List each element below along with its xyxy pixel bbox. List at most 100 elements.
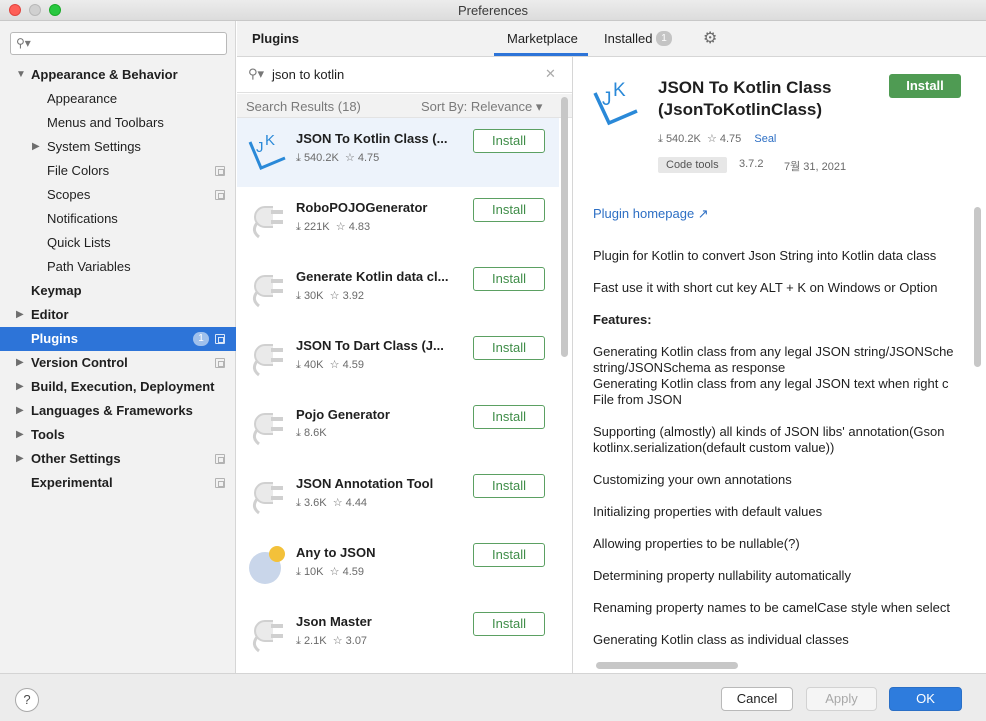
description-line: Determining property nullability automat…: [593, 568, 851, 583]
copy-icon: [215, 454, 225, 464]
sidebar-item-label: Other Settings: [31, 451, 121, 466]
plugin-row[interactable]: Json Master ⤓ 2.1K ☆ 3.07 Install: [237, 601, 559, 670]
plugin-row[interactable]: Pojo Generator ⤓ 8.6K Install: [237, 394, 559, 463]
any-to-json-icon: [249, 546, 285, 584]
plugin-version: 3.7.2: [739, 158, 764, 170]
sidebar-item-build-execution[interactable]: ▶ Build, Execution, Deployment: [0, 375, 236, 399]
tab-marketplace[interactable]: Marketplace: [507, 31, 578, 46]
plugin-row[interactable]: JSON To Dart Class (J... ⤓ 40K ☆ 4.59 In…: [237, 325, 559, 394]
sidebar-item-label: Path Variables: [47, 259, 131, 274]
install-button[interactable]: Install: [473, 405, 545, 429]
plugin-list-scrollbar[interactable]: [561, 97, 568, 357]
svg-text:J: J: [602, 89, 612, 110]
chevron-right-icon[interactable]: ▶: [16, 447, 24, 471]
plugin-row[interactable]: Generate Kotlin data cl... ⤓ 30K ☆ 3.92 …: [237, 256, 559, 325]
sidebar-item-file-colors[interactable]: File Colors: [0, 159, 236, 183]
sidebar-item-version-control[interactable]: ▶ Version Control: [0, 351, 236, 375]
sidebar-item-languages-frameworks[interactable]: ▶ Languages & Frameworks: [0, 399, 236, 423]
chevron-right-icon[interactable]: ▶: [16, 375, 24, 399]
sidebar-item-appearance-behavior[interactable]: ▼ Appearance & Behavior: [0, 63, 236, 87]
chevron-right-icon[interactable]: ▶: [16, 351, 24, 375]
install-button[interactable]: Install: [473, 543, 545, 567]
sidebar-item-label: Version Control: [31, 355, 128, 370]
plugin-homepage-link[interactable]: Plugin homepage ↗: [593, 206, 709, 222]
help-icon[interactable]: ?: [15, 688, 39, 712]
sidebar-item-notifications[interactable]: Notifications: [0, 207, 236, 231]
plugins-header: Plugins Marketplace Installed 1 ⚙: [237, 21, 986, 57]
apply-button[interactable]: Apply: [806, 687, 877, 711]
category-tag[interactable]: Code tools: [658, 157, 727, 173]
sidebar-item-tools[interactable]: ▶ Tools: [0, 423, 236, 447]
star-icon: ☆: [329, 290, 340, 302]
sidebar-item-label: Editor: [31, 307, 69, 322]
plug-icon: [252, 206, 283, 239]
install-button[interactable]: Install: [473, 198, 545, 222]
sort-dropdown[interactable]: Sort By: Relevance ▾: [421, 99, 542, 115]
plugin-row[interactable]: Any to JSON ⤓ 10K ☆ 4.59 Install: [237, 532, 559, 601]
gear-icon[interactable]: ⚙: [703, 28, 717, 48]
tab-installed[interactable]: Installed: [604, 31, 652, 46]
install-button[interactable]: Install: [473, 474, 545, 498]
sidebar-item-label: Appearance: [47, 91, 118, 106]
settings-search-input[interactable]: ⚲▾: [10, 32, 227, 55]
install-button[interactable]: Install: [473, 267, 545, 291]
plugin-downloads: 221K: [303, 221, 330, 233]
copy-icon: [215, 478, 225, 488]
plugin-downloads: 2.1K: [303, 635, 327, 647]
chevron-right-icon[interactable]: ▶: [16, 303, 24, 327]
install-button[interactable]: Install: [473, 612, 545, 636]
detail-install-button[interactable]: Install: [889, 74, 961, 98]
detail-vertical-scrollbar[interactable]: [974, 207, 981, 367]
install-button[interactable]: Install: [473, 336, 545, 360]
description-line: Allowing properties to be nullable(?): [593, 536, 800, 551]
dialog-footer: ? Cancel Apply OK: [0, 673, 986, 721]
description-line: string/JSONSchema as response: [593, 360, 786, 375]
sidebar-item-experimental[interactable]: Experimental: [0, 471, 236, 495]
plugin-row[interactable]: JSON Annotation Tool ⤓ 3.6K ☆ 4.44 Insta…: [237, 463, 559, 532]
sidebar-item-menus-toolbars[interactable]: Menus and Toolbars: [0, 111, 236, 135]
plugin-search-field[interactable]: ⚲▾ json to kotlin ✕: [237, 57, 572, 93]
sidebar-item-appearance[interactable]: Appearance: [0, 87, 236, 111]
clear-icon[interactable]: ✕: [545, 66, 556, 82]
description-line: Plugin for Kotlin to convert Json String…: [593, 248, 937, 263]
chevron-right-icon[interactable]: ▶: [16, 423, 24, 447]
plugin-date: 7월 31, 2021: [784, 161, 847, 173]
star-icon: ☆: [332, 497, 343, 509]
plugin-row[interactable]: J K JSON To Kotlin Class (... ⤓ 540.2K ☆…: [237, 118, 559, 187]
plugin-search-input[interactable]: json to kotlin: [272, 67, 344, 82]
description-line: File from JSON: [593, 392, 682, 407]
plugin-rating: 4.75: [357, 152, 380, 164]
installed-count-badge: 1: [656, 31, 672, 46]
description-line: Generating Kotlin class from any legal J…: [593, 344, 954, 359]
sidebar-item-label: Quick Lists: [47, 235, 111, 250]
chevron-right-icon[interactable]: ▶: [16, 399, 24, 423]
sidebar-item-quick-lists[interactable]: Quick Lists: [0, 231, 236, 255]
detail-horizontal-scrollbar[interactable]: [596, 662, 738, 669]
plug-icon: [252, 275, 283, 308]
sidebar-item-editor[interactable]: ▶ Editor: [0, 303, 236, 327]
plugin-stats: ⤓ 221K ☆ 4.83: [296, 220, 370, 234]
plugin-stats: ⤓ 8.6K: [296, 427, 327, 440]
plugin-row[interactable]: RoboPOJOGenerator ⤓ 221K ☆ 4.83 Install: [237, 187, 559, 256]
sidebar-item-plugins[interactable]: Plugins 1: [0, 327, 236, 351]
sidebar-item-scopes[interactable]: Scopes: [0, 183, 236, 207]
sidebar-item-label: Appearance & Behavior: [31, 67, 178, 82]
description-line: kotlinx.serialization(default custom val…: [593, 440, 835, 455]
sidebar-item-keymap[interactable]: Keymap: [0, 279, 236, 303]
description-line: Customizing your own annotations: [593, 472, 792, 487]
sidebar-item-other-settings[interactable]: ▶ Other Settings: [0, 447, 236, 471]
download-icon: ⤓: [296, 359, 301, 371]
chevron-right-icon[interactable]: ▶: [32, 135, 40, 159]
plugin-detail-stats: ⤓ 540.2K ☆ 4.75 Seal: [658, 132, 776, 146]
cancel-button[interactable]: Cancel: [721, 687, 793, 711]
install-button[interactable]: Install: [473, 129, 545, 153]
chevron-down-icon[interactable]: ▼: [16, 63, 26, 87]
vendor-link[interactable]: Seal: [754, 133, 776, 145]
ok-button[interactable]: OK: [889, 687, 962, 711]
sidebar-item-path-variables[interactable]: Path Variables: [0, 255, 236, 279]
plugin-rating: 4.59: [342, 359, 364, 371]
copy-icon: [215, 334, 225, 344]
plugin-stats: ⤓ 30K ☆ 3.92: [296, 289, 364, 303]
plugin-rating: 4.44: [345, 497, 368, 509]
sidebar-item-system-settings[interactable]: ▶ System Settings: [0, 135, 236, 159]
